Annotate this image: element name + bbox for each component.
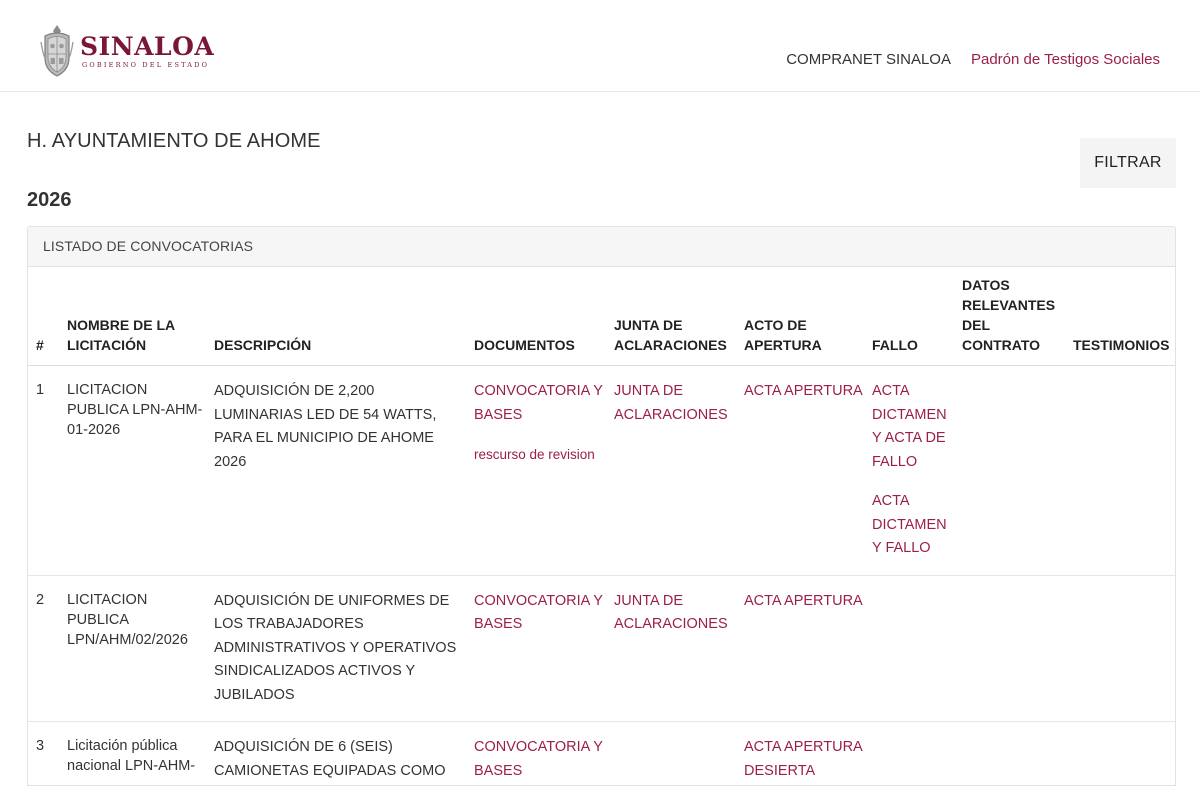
col-header-clarifications: JUNTA DE ACLARACIONES [610,267,740,366]
col-header-opening: ACTO DE APERTURA [740,267,868,366]
opening-cell: ACTA APERTURA DESIERTA [740,721,868,785]
col-header-number: # [28,267,63,366]
contract-data-cell [958,575,1069,722]
clarifications-cell: JUNTA DE ACLARACIONES [610,575,740,722]
tender-description: ADQUISICIÓN DE 6 (SEIS) CAMIONETAS EQUIP… [210,721,470,785]
col-header-contract-data: DATOS RELEVANTES DEL CONTRATO [958,267,1069,366]
contract-data-cell [958,721,1069,785]
link-junta-aclaraciones[interactable]: JUNTA DE ACLARACIONES [614,590,736,637]
col-header-ruling: FALLO [868,267,958,366]
row-number: 1 [28,365,63,576]
contract-data-cell [958,365,1069,576]
tender-name: LICITACION PUBLICA LPN-AHM-01-2026 [63,365,210,576]
table-row: 2 LICITACION PUBLICA LPN/AHM/02/2026 ADQ… [28,575,1175,722]
logo-subtitle: GOBIERNO DEL ESTADO [82,60,210,69]
link-acta-dictamen-acta-fallo[interactable]: ACTA DICTAMEN Y ACTA DE FALLO [872,380,954,474]
sinaloa-logo[interactable]: SINALOA GOBIERNO DEL ESTADO [40,24,214,78]
testimonies-cell [1069,575,1175,722]
opening-cell: ACTA APERTURA [740,575,868,722]
col-header-name: NOMBRE DE LA LICITACIÓN [63,267,210,366]
link-junta-aclaraciones[interactable]: JUNTA DE ACLARACIONES [614,380,736,427]
testimonies-cell [1069,721,1175,785]
row-number: 3 [28,721,63,785]
state-coat-of-arms-icon [40,25,74,77]
convocatorias-panel: LISTADO DE CONVOCATORIAS # NOMBRE DE LA … [27,226,1176,786]
tender-description: ADQUISICIÓN DE UNIFORMES DE LOS TRABAJAD… [210,575,470,722]
link-convocatoria-bases[interactable]: CONVOCATORIA Y BASES [474,736,606,783]
tender-name: LICITACION PUBLICA LPN/AHM/02/2026 [63,575,210,722]
link-acta-dictamen-fallo[interactable]: ACTA DICTAMEN Y FALLO [872,490,954,561]
clarifications-cell [610,721,740,785]
documents-cell: CONVOCATORIA Y BASES [470,721,610,785]
documents-cell: CONVOCATORIA Y BASES [470,575,610,722]
link-acta-apertura[interactable]: ACTA APERTURA [744,590,864,614]
top-nav: COMPRANET SINALOA Padrón de Testigos Soc… [766,51,1160,68]
convocatorias-table: # NOMBRE DE LA LICITACIÓN DESCRIPCIÓN DO… [28,267,1175,785]
nav-padron-testigos-sociales[interactable]: Padrón de Testigos Sociales [971,51,1160,68]
documents-cell: CONVOCATORIA Y BASES rescurso de revisio… [470,365,610,576]
table-row: 3 Licitación pública nacional LPN-AHM- A… [28,721,1175,785]
ruling-cell [868,721,958,785]
testimonies-cell [1069,365,1175,576]
col-header-description: DESCRIPCIÓN [210,267,470,366]
link-acta-apertura-desierta[interactable]: ACTA APERTURA DESIERTA [744,736,864,783]
filter-button[interactable]: FILTRAR [1080,138,1176,188]
ruling-cell [868,575,958,722]
panel-title: LISTADO DE CONVOCATORIAS [28,227,1175,267]
tender-description: ADQUISICIÓN DE 2,200 LUMINARIAS LED DE 5… [210,365,470,576]
site-header: SINALOA GOBIERNO DEL ESTADO COMPRANET SI… [0,0,1200,92]
nav-compranet-sinaloa[interactable]: COMPRANET SINALOA [786,51,951,68]
ruling-cell: ACTA DICTAMEN Y ACTA DE FALLO ACTA DICTA… [868,365,958,576]
opening-cell: ACTA APERTURA [740,365,868,576]
row-number: 2 [28,575,63,722]
col-header-documents: DOCUMENTOS [470,267,610,366]
col-header-testimonies: TESTIMONIOS [1069,267,1175,366]
table-header-row: # NOMBRE DE LA LICITACIÓN DESCRIPCIÓN DO… [28,267,1175,366]
year-heading: 2026 [27,189,72,211]
logo-name: SINALOA [80,31,215,61]
tender-name: Licitación pública nacional LPN-AHM- [63,721,210,785]
link-acta-apertura[interactable]: ACTA APERTURA [744,380,864,404]
link-convocatoria-bases[interactable]: CONVOCATORIA Y BASES [474,380,606,427]
link-recurso-revision[interactable]: rescurso de revision [474,443,606,467]
table-row: 1 LICITACION PUBLICA LPN-AHM-01-2026 ADQ… [28,365,1175,576]
page-title: H. AYUNTAMIENTO DE AHOME [27,130,321,152]
link-convocatoria-bases[interactable]: CONVOCATORIA Y BASES [474,590,606,637]
clarifications-cell: JUNTA DE ACLARACIONES [610,365,740,576]
